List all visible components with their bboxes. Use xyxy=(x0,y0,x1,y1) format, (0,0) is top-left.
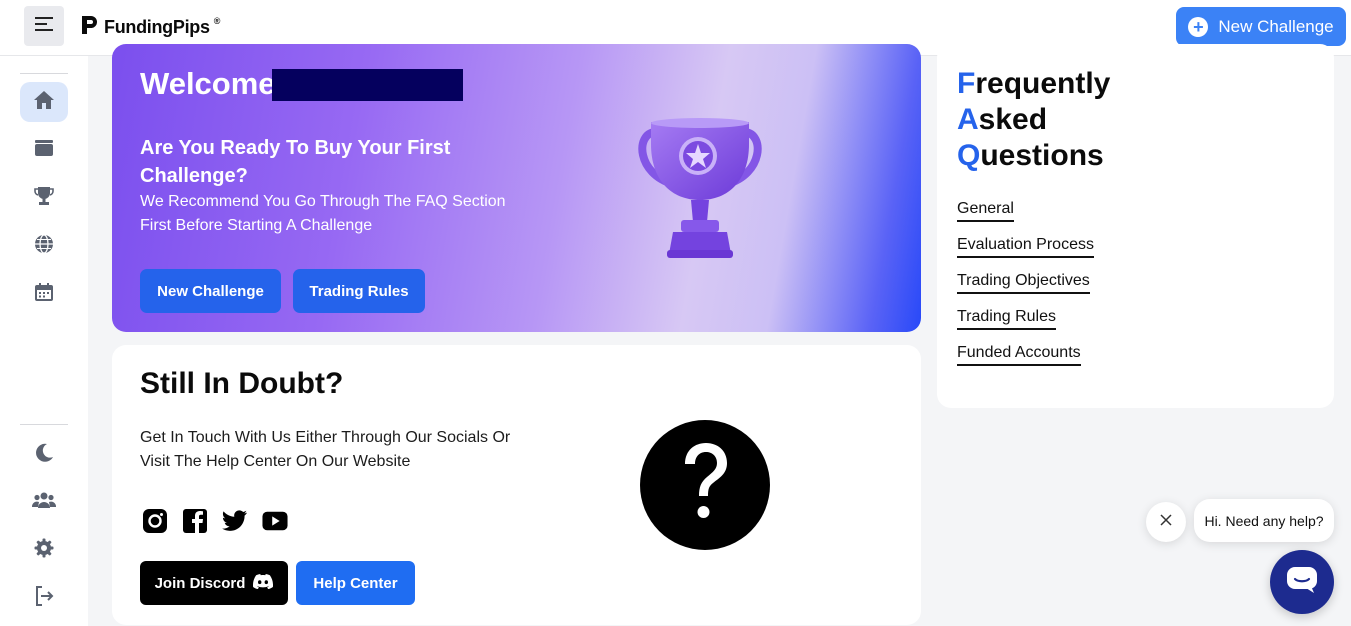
faq-title: Frequently Asked Questions xyxy=(957,66,1110,174)
chat-launcher-button[interactable] xyxy=(1270,550,1334,614)
globe-icon xyxy=(34,233,54,259)
wallet-icon xyxy=(34,139,54,162)
faq-link-trading-rules[interactable]: Trading Rules xyxy=(957,308,1057,330)
calendar-icon xyxy=(34,282,54,307)
sidebar-item-globe[interactable] xyxy=(20,226,68,266)
trophy-icon xyxy=(34,186,54,211)
plus-icon: + xyxy=(1188,16,1209,37)
faq-title-word: uestions xyxy=(980,139,1104,172)
users-icon xyxy=(31,491,57,514)
hero-trading-rules-button[interactable]: Trading Rules xyxy=(293,269,425,313)
sidebar-item-settings[interactable] xyxy=(20,530,68,570)
question-mark-icon xyxy=(640,420,770,550)
brand-logo[interactable]: FundingPips ® xyxy=(80,14,220,41)
hero-new-challenge-button[interactable]: New Challenge xyxy=(140,269,281,313)
redacted-username xyxy=(272,69,463,101)
sidebar-item-wallet[interactable] xyxy=(20,130,68,170)
hero-heading: Are You Ready To Buy Your First Challeng… xyxy=(140,137,451,187)
faq-link-evaluation-process[interactable]: Evaluation Process xyxy=(957,236,1094,258)
twitter-icon[interactable] xyxy=(222,508,248,534)
sidebar-divider xyxy=(20,424,68,425)
faq-title-word: sked xyxy=(978,103,1048,136)
header-new-challenge-button[interactable]: + New Challenge xyxy=(1176,7,1346,46)
welcome-hero-card: Welcome Are You Ready To Buy Your First … xyxy=(112,44,921,332)
sidebar-item-calendar[interactable] xyxy=(20,274,68,314)
brand-name: FundingPips xyxy=(104,17,210,37)
sidebar xyxy=(0,56,88,626)
chat-icon xyxy=(1286,566,1318,599)
faq-panel: Frequently Asked Questions General Evalu… xyxy=(937,44,1334,408)
faq-link-trading-objectives[interactable]: Trading Objectives xyxy=(957,272,1090,294)
sidebar-item-community[interactable] xyxy=(20,482,68,522)
sidebar-item-theme[interactable] xyxy=(20,434,68,474)
faq-link-funded-accounts[interactable]: Funded Accounts xyxy=(957,344,1081,366)
doubt-heading: Still In Doubt? xyxy=(140,367,344,400)
join-discord-label: Join Discord xyxy=(154,574,246,592)
faq-title-letter: Q xyxy=(957,139,981,172)
chat-greeting-bubble[interactable]: Hi. Need any help? xyxy=(1194,499,1334,542)
discord-icon xyxy=(253,573,274,593)
sidebar-divider xyxy=(20,73,68,74)
help-center-button[interactable]: Help Center xyxy=(296,561,415,605)
welcome-heading: Welcome xyxy=(140,66,276,101)
faq-title-letter: A xyxy=(957,103,979,136)
home-icon xyxy=(33,90,55,115)
sidebar-item-home[interactable] xyxy=(20,82,68,122)
gear-icon xyxy=(34,538,54,563)
hero-description: We Recommend You Go Through The FAQ Sect… xyxy=(140,193,506,234)
sidebar-item-trophy[interactable] xyxy=(20,178,68,218)
brand-registered-mark: ® xyxy=(213,15,221,26)
join-discord-button[interactable]: Join Discord xyxy=(140,561,288,605)
sidebar-item-logout[interactable] xyxy=(20,578,68,618)
facebook-icon[interactable] xyxy=(182,508,208,534)
instagram-icon[interactable] xyxy=(142,508,168,534)
trophy-illustration-icon xyxy=(637,114,777,274)
faq-title-word: requently xyxy=(975,67,1111,100)
faq-title-letter: F xyxy=(957,67,976,100)
header-new-challenge-label: New Challenge xyxy=(1218,16,1334,36)
hamburger-icon xyxy=(35,16,53,36)
doubt-description: Get In Touch With Us Either Through Our … xyxy=(140,429,511,470)
menu-toggle-button[interactable] xyxy=(24,6,64,46)
brand-mark-icon xyxy=(80,14,100,41)
still-in-doubt-card: Still In Doubt? Get In Touch With Us Eit… xyxy=(112,345,921,625)
logout-icon xyxy=(34,585,54,612)
social-links xyxy=(142,508,288,534)
youtube-icon[interactable] xyxy=(262,508,288,534)
faq-link-general[interactable]: General xyxy=(957,200,1014,222)
close-icon xyxy=(1160,513,1172,531)
moon-icon xyxy=(34,442,54,467)
chat-close-button[interactable] xyxy=(1146,502,1186,542)
